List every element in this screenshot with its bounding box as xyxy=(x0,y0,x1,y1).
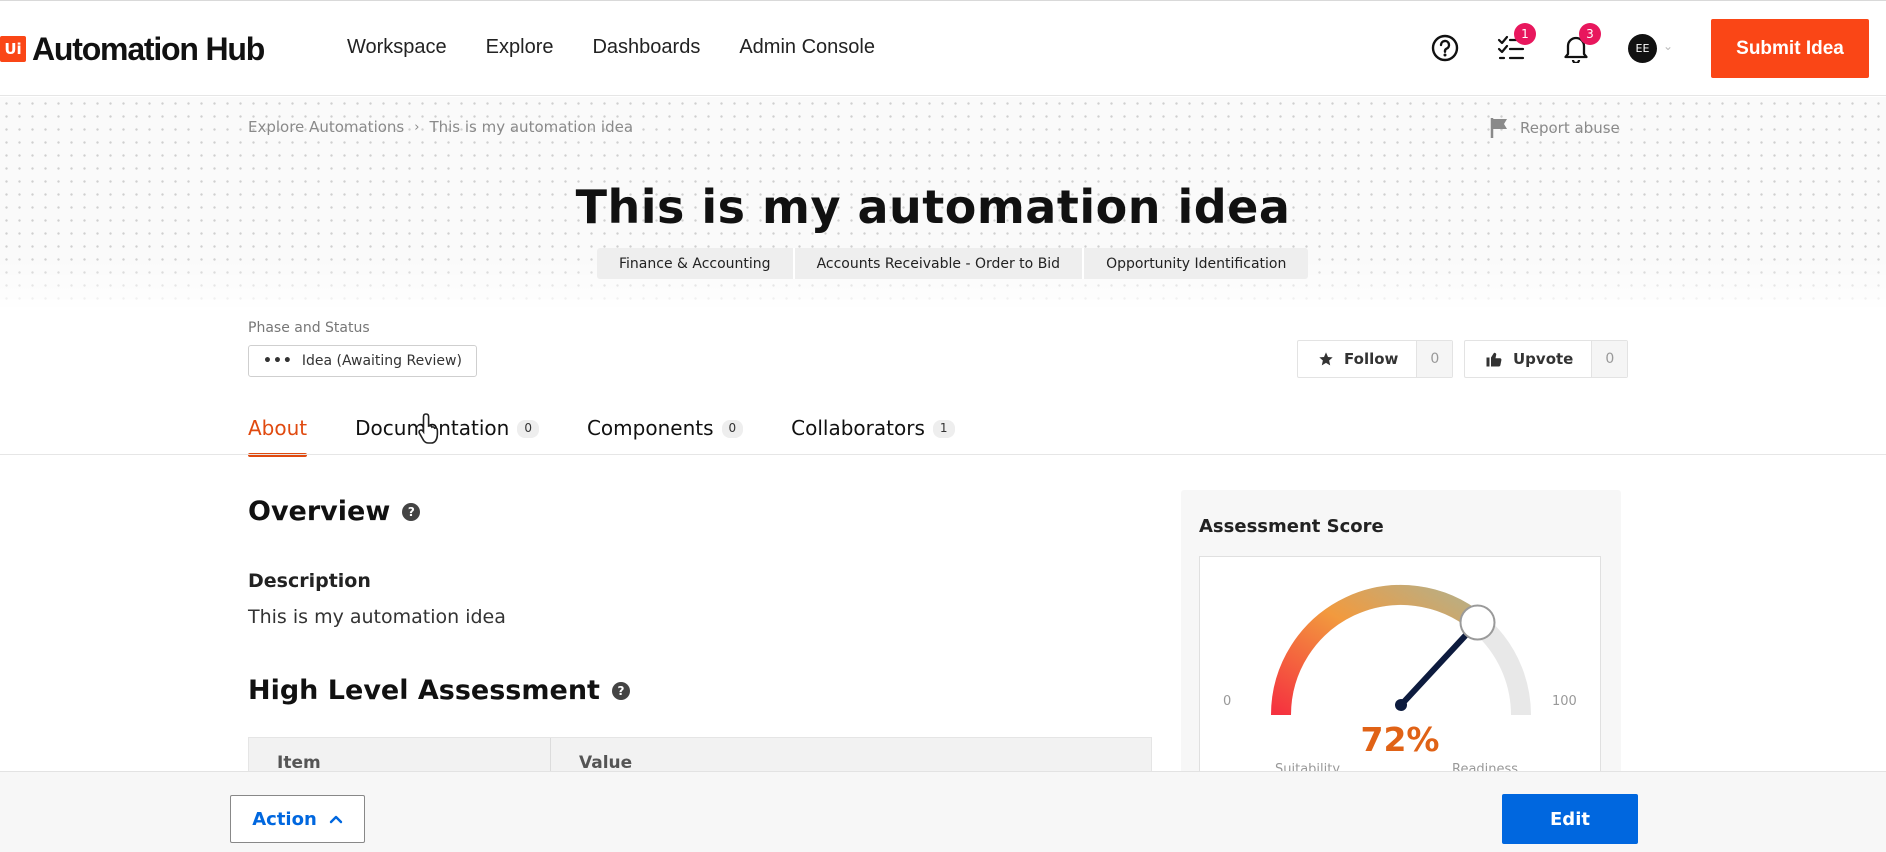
gauge-pivot xyxy=(1395,699,1407,711)
tabs-divider xyxy=(0,454,1886,455)
assessment-score-value: 72% xyxy=(1360,720,1440,759)
hla-title: High Level Assessment xyxy=(248,675,600,706)
assessment-title: Assessment Score xyxy=(1199,516,1384,537)
description-label: Description xyxy=(248,570,371,592)
nav-dashboards[interactable]: Dashboards xyxy=(592,36,700,59)
upvote-button[interactable]: Upvote 0 xyxy=(1464,340,1629,378)
category-tags: Finance & Accounting Accounts Receivable… xyxy=(597,248,1309,279)
action-button[interactable]: Action xyxy=(230,795,365,843)
help-icon[interactable] xyxy=(1428,31,1462,65)
category-tag[interactable]: Accounts Receivable - Order to Bid xyxy=(792,248,1083,279)
tab-count-badge: 0 xyxy=(721,420,744,438)
thumbs-up-icon xyxy=(1486,352,1502,367)
tab-bar: About Documentation 0 Components 0 Colla… xyxy=(248,416,1003,457)
logo-mark: Ui xyxy=(0,36,26,62)
tab-count-badge: 0 xyxy=(517,420,539,438)
report-abuse-label: Report abuse xyxy=(1520,119,1620,137)
follow-label: Follow xyxy=(1344,350,1399,368)
follow-button[interactable]: Follow 0 xyxy=(1297,340,1454,378)
gauge-max-label: 100 xyxy=(1552,694,1577,709)
flag-icon xyxy=(1490,118,1507,138)
main-nav: Workspace Explore Dashboards Admin Conso… xyxy=(347,36,914,59)
tab-label: About xyxy=(248,416,308,440)
chevron-up-icon xyxy=(329,815,342,824)
help-icon[interactable]: ? xyxy=(611,681,630,700)
chevron-down-icon[interactable]: ⌄ xyxy=(1663,39,1673,53)
overview-heading: Overview ? xyxy=(248,496,421,527)
hla-heading: High Level Assessment ? xyxy=(248,675,630,706)
avatar[interactable]: EE xyxy=(1628,34,1657,63)
more-dots-icon: ••• xyxy=(263,353,293,369)
notifications-badge: 3 xyxy=(1579,23,1601,45)
app-logo[interactable]: Ui Automation Hub xyxy=(0,31,265,67)
gauge-min-label: 0 xyxy=(1223,694,1232,709)
breadcrumb-root[interactable]: Explore Automations xyxy=(248,118,404,136)
gauge-knob xyxy=(1459,604,1496,641)
report-abuse-link[interactable]: Report abuse xyxy=(1490,117,1620,139)
tab-about[interactable]: About xyxy=(248,416,308,457)
tasks-badge: 1 xyxy=(1514,23,1536,45)
action-label: Action xyxy=(252,808,317,830)
star-icon xyxy=(1319,352,1333,366)
description-text: This is my automation idea xyxy=(248,606,506,628)
chevron-right-icon: › xyxy=(414,119,420,135)
tab-label: Collaborators xyxy=(791,416,925,440)
upvote-count: 0 xyxy=(1591,341,1628,377)
tab-count-badge: 1 xyxy=(932,420,955,438)
edit-button[interactable]: Edit xyxy=(1502,794,1638,844)
upvote-label: Upvote xyxy=(1513,350,1574,368)
tab-components[interactable]: Components 0 xyxy=(586,416,744,456)
phase-status-value: Idea (Awaiting Review) xyxy=(301,353,462,369)
category-tag[interactable]: Opportunity Identification xyxy=(1082,248,1309,279)
submit-idea-button[interactable]: Submit Idea xyxy=(1711,19,1869,78)
overview-title: Overview xyxy=(248,496,391,527)
logo-text: Automation Hub xyxy=(32,30,265,67)
nav-explore[interactable]: Explore xyxy=(486,36,554,59)
bell-icon[interactable]: 3 xyxy=(1559,23,1601,65)
tab-documentation[interactable]: Documentation 0 xyxy=(355,416,539,456)
gauge-needle xyxy=(1398,631,1469,708)
tab-collaborators[interactable]: Collaborators 1 xyxy=(791,416,955,456)
page-title: This is my automation idea xyxy=(575,180,1291,234)
nav-admin-console[interactable]: Admin Console xyxy=(739,36,875,59)
breadcrumb-current: This is my automation idea xyxy=(429,118,634,136)
top-navigation: Ui Automation Hub Workspace Explore Dash… xyxy=(0,0,1886,96)
category-tag[interactable]: Finance & Accounting xyxy=(597,248,793,279)
tasks-icon[interactable]: 1 xyxy=(1494,23,1536,65)
help-icon[interactable]: ? xyxy=(402,502,421,521)
phase-label: Phase and Status xyxy=(248,320,370,336)
tab-label: Components xyxy=(586,416,714,440)
hand-cursor-icon xyxy=(418,413,439,444)
nav-workspace[interactable]: Workspace xyxy=(347,36,447,59)
phase-status-chip[interactable]: ••• Idea (Awaiting Review) xyxy=(248,345,477,377)
follow-count: 0 xyxy=(1416,341,1453,377)
breadcrumb: Explore Automations › This is my automat… xyxy=(248,118,633,136)
